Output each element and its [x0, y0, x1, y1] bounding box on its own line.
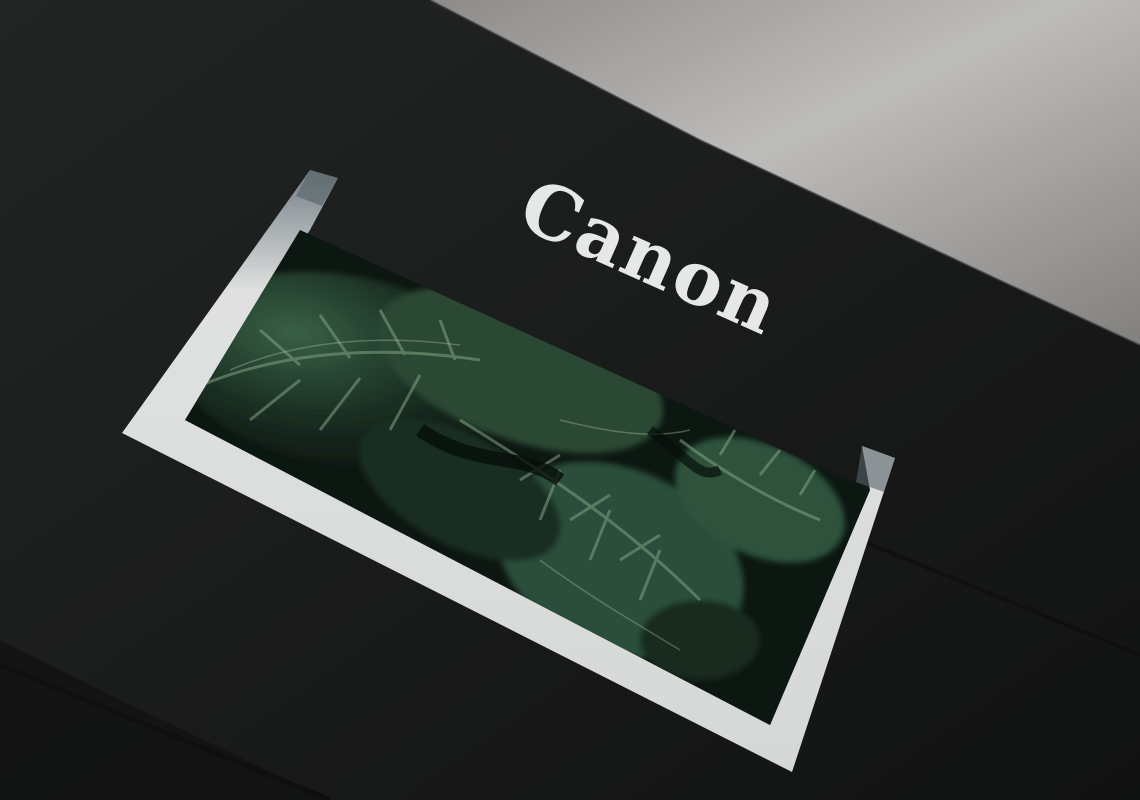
vignette: [0, 0, 1140, 800]
photo-canvas: [0, 0, 1140, 800]
printer-photo: Canon: [0, 0, 1140, 800]
